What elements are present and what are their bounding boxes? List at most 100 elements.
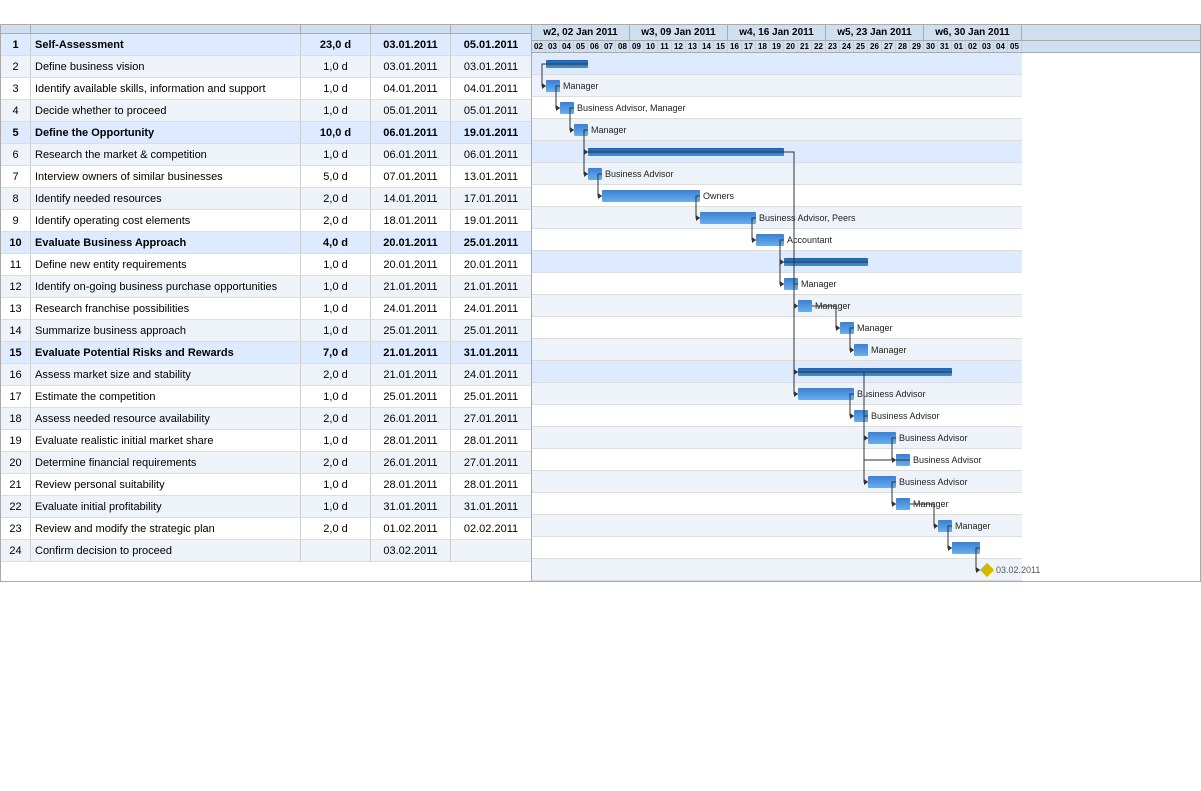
bar-resource-label: Business Advisor	[605, 169, 674, 179]
cell-num: 9	[1, 210, 31, 231]
task-bar	[784, 278, 798, 290]
task-bar	[602, 190, 700, 202]
cell-finish: 04.01.2011	[451, 78, 531, 99]
day-cell: 25	[854, 41, 868, 52]
gantt-row: Business Advisor	[532, 405, 1022, 427]
cell-name: Assess needed resource availability	[31, 408, 301, 429]
summary-bar	[798, 368, 952, 376]
gantt-row	[532, 537, 1022, 559]
main-container: 1 Self-Assessment 23,0 d 03.01.2011 05.0…	[0, 0, 1201, 582]
week-headers: w2, 02 Jan 2011w3, 09 Jan 2011w4, 16 Jan…	[532, 25, 1200, 41]
cell-finish: 21.01.2011	[451, 276, 531, 297]
task-bar	[588, 168, 602, 180]
cell-dur: 7,0 d	[301, 342, 371, 363]
day-cell: 30	[924, 41, 938, 52]
cell-num: 4	[1, 100, 31, 121]
day-cell: 22	[812, 41, 826, 52]
table-row: 21 Review personal suitability 1,0 d 28.…	[1, 474, 531, 496]
cell-num: 14	[1, 320, 31, 341]
cell-name: Self-Assessment	[31, 34, 301, 55]
gantt-row: Manager	[532, 317, 1022, 339]
bar-resource-label: Owners	[703, 191, 734, 201]
bar-resource-label: Business Advisor	[871, 411, 940, 421]
week-label: w5, 23 Jan 2011	[826, 25, 924, 40]
table-row: 18 Assess needed resource availability 2…	[1, 408, 531, 430]
day-cell: 04	[994, 41, 1008, 52]
bar-resource-label: Business Advisor	[899, 433, 968, 443]
day-cell: 28	[896, 41, 910, 52]
day-cell: 17	[742, 41, 756, 52]
cell-name: Review personal suitability	[31, 474, 301, 495]
summary-bar	[546, 60, 588, 68]
cell-name: Assess market size and stability	[31, 364, 301, 385]
cell-name: Identify operating cost elements	[31, 210, 301, 231]
day-cell: 19	[770, 41, 784, 52]
day-cell: 16	[728, 41, 742, 52]
table-row: 20 Determine financial requirements 2,0 …	[1, 452, 531, 474]
cell-start: 18.01.2011	[371, 210, 451, 231]
cell-start: 21.01.2011	[371, 276, 451, 297]
bar-resource-label: Manager	[913, 499, 949, 509]
cell-start: 01.02.2011	[371, 518, 451, 539]
task-bar	[952, 542, 980, 554]
day-cell: 13	[686, 41, 700, 52]
gantt-row: Business Advisor	[532, 471, 1022, 493]
cell-finish: 25.01.2011	[451, 232, 531, 253]
cell-num: 20	[1, 452, 31, 473]
cell-num: 3	[1, 78, 31, 99]
day-cell: 14	[700, 41, 714, 52]
day-cell: 12	[672, 41, 686, 52]
task-bar	[868, 476, 896, 488]
cell-name: Identify needed resources	[31, 188, 301, 209]
cell-dur: 2,0 d	[301, 518, 371, 539]
cell-finish: 28.01.2011	[451, 474, 531, 495]
cell-num: 13	[1, 298, 31, 319]
cell-dur: 2,0 d	[301, 188, 371, 209]
gantt-row: Business Advisor, Manager	[532, 97, 1022, 119]
cell-start: 25.01.2011	[371, 386, 451, 407]
gantt-row: Manager	[532, 515, 1022, 537]
table-row: 17 Estimate the competition 1,0 d 25.01.…	[1, 386, 531, 408]
cell-dur: 2,0 d	[301, 452, 371, 473]
task-bar	[896, 498, 910, 510]
cell-name: Define the Opportunity	[31, 122, 301, 143]
table-row: 4 Decide whether to proceed 1,0 d 05.01.…	[1, 100, 531, 122]
cell-name: Determine financial requirements	[31, 452, 301, 473]
cell-name: Evaluate Potential Risks and Rewards	[31, 342, 301, 363]
cell-dur: 2,0 d	[301, 364, 371, 385]
header-finish	[451, 25, 531, 33]
week-label: w2, 02 Jan 2011	[532, 25, 630, 40]
bar-resource-label: Business Advisor	[857, 389, 926, 399]
cell-start: 21.01.2011	[371, 342, 451, 363]
cell-num: 12	[1, 276, 31, 297]
cell-start: 04.01.2011	[371, 78, 451, 99]
cell-start: 26.01.2011	[371, 452, 451, 473]
task-bar	[938, 520, 952, 532]
cell-finish	[451, 540, 531, 561]
gantt-row: Owners	[532, 185, 1022, 207]
cell-dur: 1,0 d	[301, 386, 371, 407]
table-row: 22 Evaluate initial profitability 1,0 d …	[1, 496, 531, 518]
left-panel: 1 Self-Assessment 23,0 d 03.01.2011 05.0…	[1, 25, 532, 581]
right-panel: w2, 02 Jan 2011w3, 09 Jan 2011w4, 16 Jan…	[532, 25, 1200, 581]
gantt-row: Business Advisor	[532, 427, 1022, 449]
table-row: 15 Evaluate Potential Risks and Rewards …	[1, 342, 531, 364]
cell-start: 25.01.2011	[371, 320, 451, 341]
table-row: 14 Summarize business approach 1,0 d 25.…	[1, 320, 531, 342]
day-cell: 21	[798, 41, 812, 52]
task-bar	[560, 102, 574, 114]
gantt-row: Accountant	[532, 229, 1022, 251]
cell-finish: 31.01.2011	[451, 496, 531, 517]
gantt-row: Business Advisor	[532, 383, 1022, 405]
table-row: 11 Define new entity requirements 1,0 d …	[1, 254, 531, 276]
cell-num: 7	[1, 166, 31, 187]
cell-dur: 1,0 d	[301, 474, 371, 495]
cell-dur: 1,0 d	[301, 320, 371, 341]
week-label: w6, 30 Jan 2011	[924, 25, 1022, 40]
cell-num: 6	[1, 144, 31, 165]
cell-name: Research the market & competition	[31, 144, 301, 165]
task-bar	[840, 322, 854, 334]
bar-resource-label: Business Advisor, Manager	[577, 103, 686, 113]
cell-finish: 05.01.2011	[451, 34, 531, 55]
cell-name: Identify on-going business purchase oppo…	[31, 276, 301, 297]
